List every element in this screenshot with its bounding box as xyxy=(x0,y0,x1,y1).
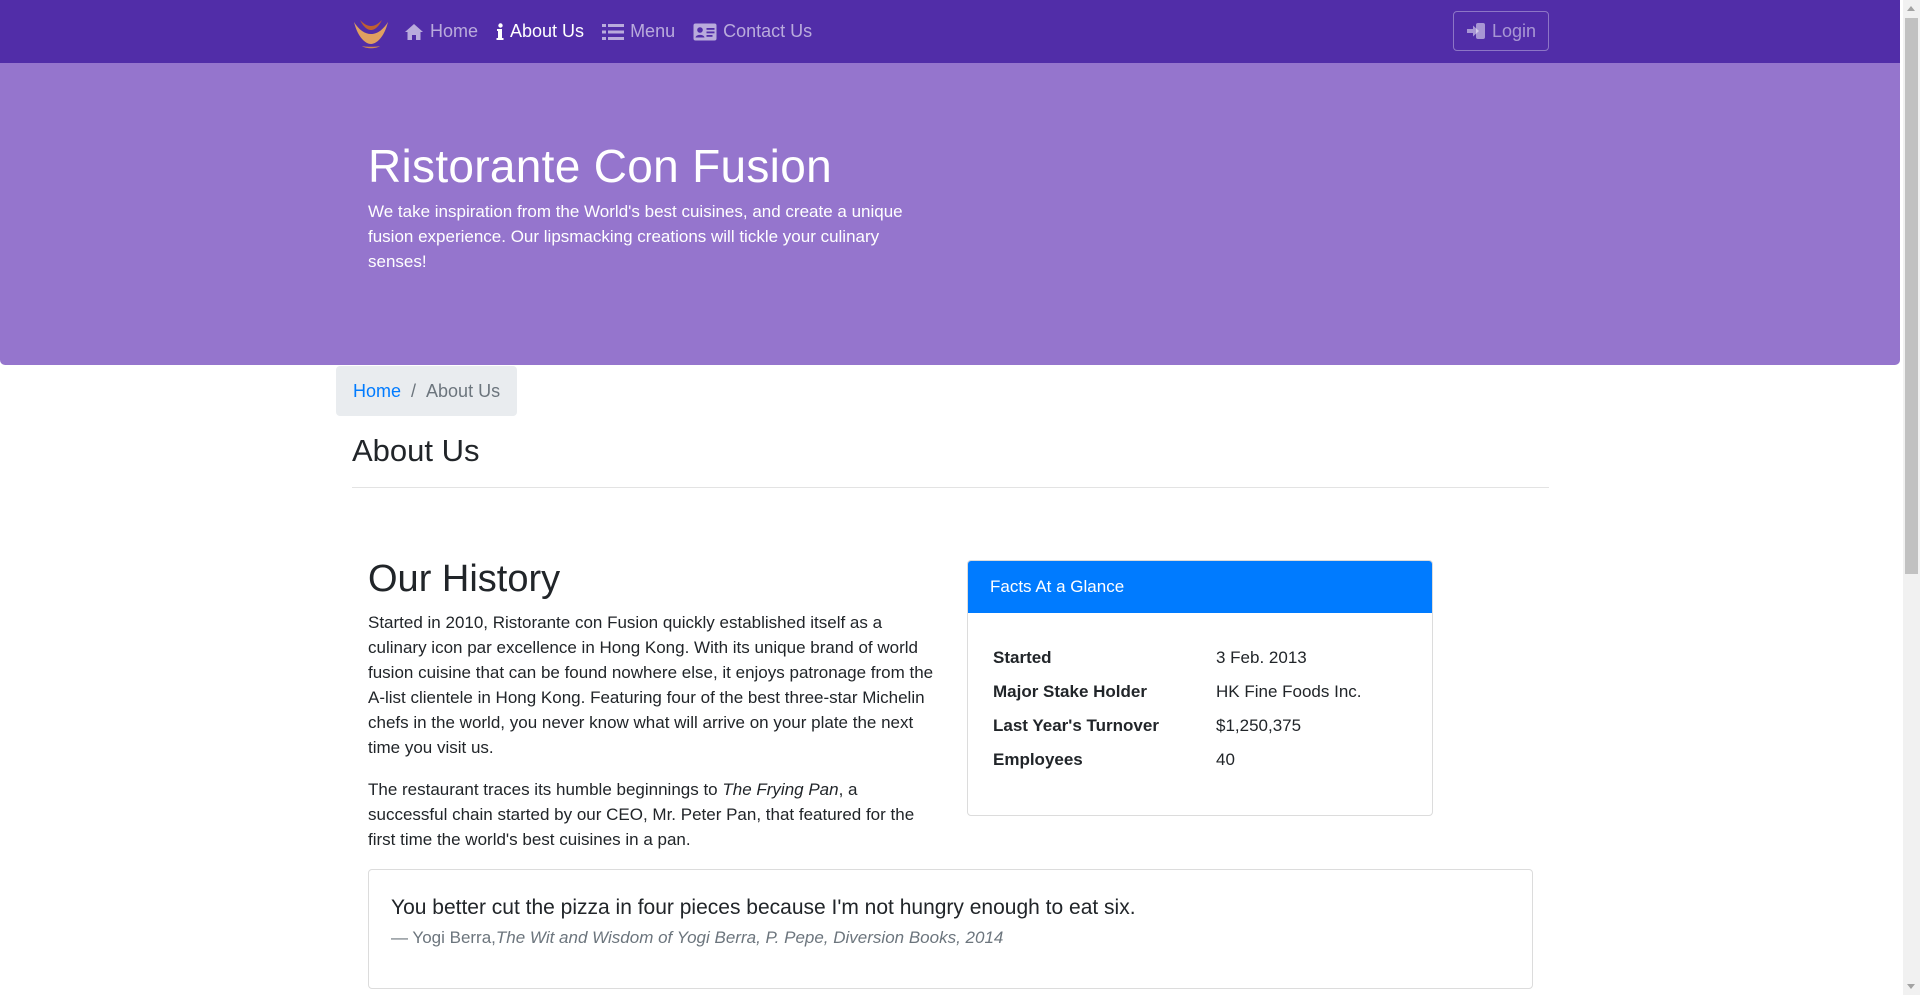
quote-source: The Wit and Wisdom of Yogi Berra, P. Pep… xyxy=(495,928,1004,947)
nav-about-label: About Us xyxy=(510,21,585,41)
nav-menu-label: Menu xyxy=(630,21,676,41)
fact-label: Employees xyxy=(993,750,1083,769)
breadcrumb-home-link[interactable]: Home xyxy=(353,381,401,402)
home-icon xyxy=(405,23,423,40)
breadcrumb: Home / About Us xyxy=(336,366,518,416)
jumbotron: Ristorante Con Fusion We take inspiratio… xyxy=(0,63,1900,365)
history-paragraph-2-start: The restaurant traces its humble beginni… xyxy=(368,780,723,799)
fact-label: Started xyxy=(993,648,1052,667)
quote-card: You better cut the pizza in four pieces … xyxy=(368,869,1533,989)
sign-in-icon xyxy=(1466,23,1485,39)
fact-label: Major Stake Holder xyxy=(993,682,1147,701)
divider xyxy=(352,487,1549,488)
fact-value: $1,250,375 xyxy=(1216,716,1302,735)
nav-about[interactable]: About Us xyxy=(496,21,584,42)
facts-card: Facts At a Glance Started 3 Feb. 2013 Ma… xyxy=(967,560,1433,816)
fact-row: Employees 40 xyxy=(993,743,1432,777)
history-paragraph-1: Started in 2010, Ristorante con Fusion q… xyxy=(368,613,934,757)
login-button[interactable]: Login xyxy=(1453,11,1549,51)
navbar: Home About Us Menu Contact Us Login xyxy=(0,0,1900,63)
nav-contact-label: Contact Us xyxy=(723,21,813,41)
quote-text: You better cut the pizza in four pieces … xyxy=(391,896,1136,919)
login-label: Login xyxy=(1491,20,1537,41)
breadcrumb-separator: / xyxy=(411,380,417,401)
quote-footer: — Yogi Berra,The Wit and Wisdom of Yogi … xyxy=(391,928,1003,948)
fact-label: Last Year's Turnover xyxy=(993,716,1159,735)
history-paragraph-2: The restaurant traces its humble beginni… xyxy=(368,777,938,852)
address-card-icon xyxy=(693,23,717,40)
fact-value: HK Fine Foods Inc. xyxy=(1216,682,1362,701)
page-title: About Us xyxy=(352,433,480,468)
nav-home[interactable]: Home xyxy=(404,21,478,42)
scrollbar[interactable] xyxy=(1903,0,1920,995)
nav-menu[interactable]: Menu xyxy=(602,21,675,42)
breadcrumb-current: About Us xyxy=(426,380,501,401)
scroll-up-icon[interactable] xyxy=(1907,6,1915,11)
nav-contact[interactable]: Contact Us xyxy=(693,21,812,42)
nav-items: Home About Us Menu Contact Us xyxy=(404,0,830,63)
scroll-down-icon[interactable] xyxy=(1907,984,1915,989)
nav-home-label: Home xyxy=(430,21,479,41)
history-title: Our History xyxy=(368,558,561,600)
facts-card-header: Facts At a Glance xyxy=(968,561,1432,613)
fact-row: Started 3 Feb. 2013 xyxy=(993,641,1432,675)
list-icon xyxy=(602,23,625,40)
facts-card-body: Started 3 Feb. 2013 Major Stake Holder H… xyxy=(968,613,1432,777)
quote-author: — Yogi Berra, xyxy=(391,928,496,947)
history-paragraph-2-emphasis: The Frying Pan xyxy=(722,780,839,799)
fact-value: 3 Feb. 2013 xyxy=(1216,648,1307,667)
fact-row: Last Year's Turnover $1,250,375 xyxy=(993,709,1432,743)
jumbotron-text: We take inspiration from the World's bes… xyxy=(368,202,903,271)
fact-row: Major Stake Holder HK Fine Foods Inc. xyxy=(993,675,1432,709)
jumbotron-title: Ristorante Con Fusion xyxy=(368,140,832,192)
fact-value: 40 xyxy=(1216,750,1235,769)
info-icon xyxy=(496,22,504,40)
logo-icon[interactable] xyxy=(350,12,392,52)
scrollbar-thumb[interactable] xyxy=(1905,18,1918,574)
